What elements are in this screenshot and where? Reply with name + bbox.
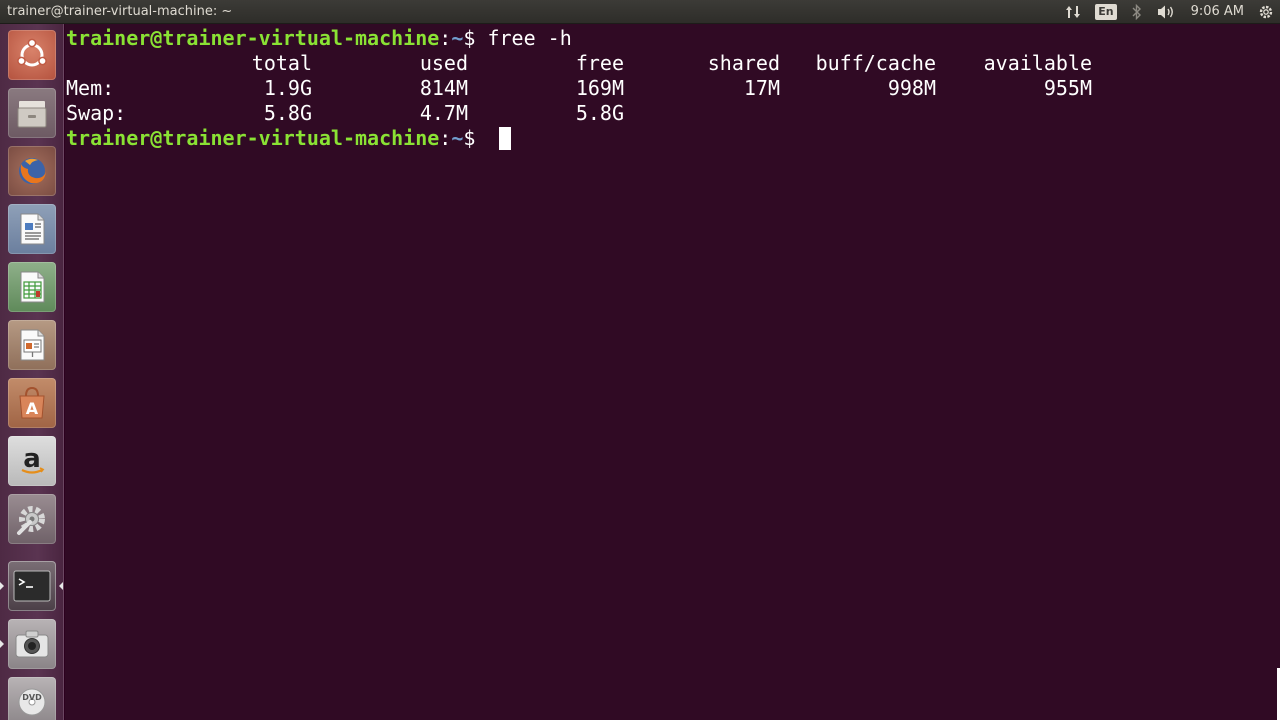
window-title: trainer@trainer-virtual-machine: ~	[7, 4, 233, 19]
header-cell: total	[251, 51, 312, 75]
header-cell: buff/cache	[815, 51, 936, 75]
indicator-area: En 9:06 AM	[1051, 0, 1280, 24]
top-panel: trainer@trainer-virtual-machine: ~ En 9:…	[0, 0, 1280, 24]
volume-icon[interactable]	[1157, 0, 1177, 24]
focused-indicator-right	[59, 582, 63, 590]
file-manager-icon	[14, 95, 50, 131]
dvd-icon: DVD	[13, 684, 51, 720]
command-text: free -h	[487, 26, 572, 50]
system-settings-button[interactable]	[8, 494, 56, 544]
terminal-icon	[13, 570, 51, 602]
value-cell: 955M	[1043, 76, 1092, 100]
value-cell: 5.8G	[263, 101, 312, 125]
value-cell: 814M	[419, 76, 468, 100]
prompt-path: ~	[451, 26, 464, 50]
clock[interactable]: 9:06 AM	[1191, 0, 1244, 24]
software-center-icon: A	[14, 384, 50, 422]
prompt-separator: :	[439, 26, 452, 50]
prompt-user: trainer@trainer-virtual-machine	[66, 126, 440, 150]
screenshot-icon	[13, 627, 51, 661]
value-cell: 17M	[743, 76, 780, 100]
terminal-button[interactable]	[8, 561, 56, 611]
output-row-mem: Mem: 1.9G 814M 169M 17M 998M 955M	[66, 76, 1280, 101]
bluetooth-icon[interactable]	[1131, 0, 1143, 24]
running-indicator	[0, 640, 4, 648]
impress-button[interactable]	[8, 320, 56, 370]
screenshot-button[interactable]	[8, 619, 56, 669]
ubuntu-dash-icon	[14, 37, 50, 73]
ubuntu-dash-button[interactable]	[8, 30, 56, 80]
active-indicator-left	[0, 582, 4, 590]
value-cell: 169M	[575, 76, 624, 100]
writer-button[interactable]	[8, 204, 56, 254]
svg-text:A: A	[26, 399, 39, 418]
prompt-user: trainer@trainer-virtual-machine	[66, 26, 440, 50]
impress-icon	[15, 327, 49, 363]
calc-icon	[15, 269, 49, 305]
amazon-button[interactable]: a	[8, 436, 56, 486]
header-cell: available	[983, 51, 1092, 75]
header-cell: used	[419, 51, 468, 75]
svg-text:DVD: DVD	[22, 693, 42, 702]
gear-power-icon[interactable]	[1258, 0, 1274, 24]
file-manager-button[interactable]	[8, 88, 56, 138]
header-cell	[66, 51, 216, 76]
software-center-button[interactable]: A	[8, 378, 56, 428]
terminal-window[interactable]: trainer@trainer-virtual-machine: ~ $ free …	[65, 24, 1280, 720]
row-label: Swap:	[66, 101, 127, 125]
value-cell: 998M	[887, 76, 936, 100]
row-label: Mem:	[66, 76, 115, 100]
output-header-row: total used free shared buff/cache available	[66, 51, 1280, 76]
svg-text:a: a	[23, 444, 41, 474]
launcher: A a DVD	[0, 24, 64, 720]
firefox-icon	[13, 152, 51, 190]
prompt-dollar: $	[463, 126, 488, 150]
prompt-dollar: $	[463, 26, 488, 50]
language-badge: En	[1095, 3, 1117, 20]
network-updown-icon[interactable]	[1065, 0, 1081, 24]
amazon-icon: a	[14, 443, 50, 479]
calc-button[interactable]	[8, 262, 56, 312]
header-cell: shared	[707, 51, 780, 75]
value-cell: 5.8G	[575, 101, 624, 125]
prompt-line: trainer@trainer-virtual-machine: ~ $ free …	[66, 26, 1280, 51]
dvd-button[interactable]: DVD	[8, 677, 56, 720]
value-cell: 1.9G	[263, 76, 312, 100]
keyboard-language-indicator[interactable]: En	[1095, 0, 1117, 24]
writer-icon	[15, 211, 49, 247]
value-cell: 4.7M	[419, 101, 468, 125]
prompt-line: trainer@trainer-virtual-machine: ~ $	[66, 126, 1280, 151]
output-row-swap: Swap: 5.8G 4.7M 5.8G	[66, 101, 1280, 126]
firefox-button[interactable]	[8, 146, 56, 196]
text-cursor[interactable]	[499, 127, 512, 150]
system-settings-icon	[13, 500, 51, 538]
prompt-path: ~	[451, 126, 464, 150]
prompt-separator: :	[439, 126, 452, 150]
header-cell: free	[575, 51, 624, 75]
